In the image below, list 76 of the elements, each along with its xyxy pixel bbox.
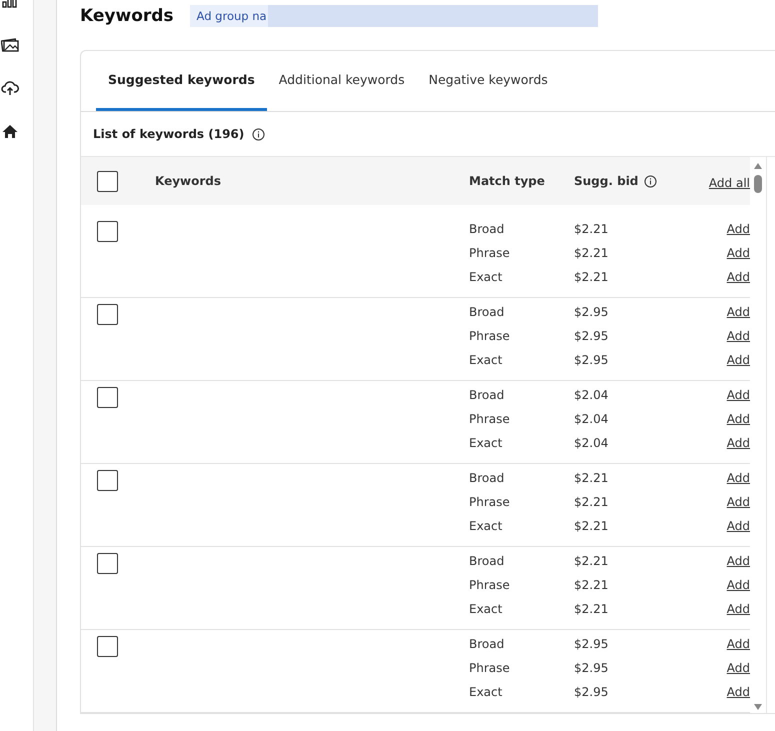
match-type-cell-text: Phrase (469, 494, 511, 511)
bid-cell-text: $2.21 (574, 518, 608, 535)
bid-cell-text: $2.95 (574, 352, 608, 369)
add-link[interactable]: Add (726, 222, 750, 236)
bid-cell-text: $2.04 (574, 435, 608, 452)
bid-cell-text: $2.21 (574, 245, 608, 262)
match-type-cell-text: Broad (469, 470, 506, 487)
checkbox[interactable] (97, 470, 118, 491)
add-link[interactable]: Add (726, 329, 750, 343)
add-link[interactable]: Add (726, 685, 750, 699)
home-icon[interactable] (2, 124, 18, 139)
bid-cell-text: $2.95 (574, 328, 608, 345)
column-header: Keywords (155, 174, 222, 188)
tab[interactable]: Additional keywords (266, 51, 417, 111)
photos-icon[interactable] (0, 36, 18, 52)
tab[interactable]: Suggested keywords (96, 51, 267, 111)
checkbox[interactable] (97, 387, 118, 408)
add-link[interactable]: Add (726, 554, 750, 568)
add-link[interactable]: Add (726, 270, 750, 284)
bid-cell-text: $2.04 (574, 387, 608, 404)
add-link[interactable]: Add (726, 305, 750, 319)
add-link[interactable]: Add (726, 412, 750, 426)
bid-cell-text: $2.21 (574, 553, 608, 570)
info-icon[interactable] (252, 128, 266, 140)
match-type-cell-text: Phrase (469, 411, 511, 428)
page-title: Keywords (80, 6, 174, 26)
add-link[interactable]: Add (726, 602, 750, 616)
list-title: List of keywords (196) (93, 127, 244, 141)
column-header: Sugg. bid (574, 174, 638, 188)
match-type-cell-text: Phrase (469, 245, 511, 262)
checkbox[interactable] (97, 553, 118, 574)
match-type-cell-text: Phrase (469, 328, 511, 345)
checkbox[interactable] (97, 170, 118, 192)
add-link[interactable]: Add (726, 578, 750, 592)
add-link[interactable]: Add (726, 436, 750, 450)
add-all-link[interactable]: Add all (708, 176, 750, 190)
checkbox[interactable] (97, 221, 118, 242)
match-type-cell-text: Phrase (469, 577, 511, 594)
match-type-cell-text: Broad (469, 387, 506, 404)
match-type-cell-text: Exact (469, 684, 504, 701)
bid-cell-text: $2.95 (574, 684, 608, 701)
match-type-cell-text: Phrase (469, 660, 511, 677)
bid-cell-text: $2.95 (574, 304, 608, 321)
bid-cell-text: $2.21 (574, 470, 608, 487)
match-type-cell-text: Exact (469, 269, 504, 286)
add-link[interactable]: Add (726, 388, 750, 402)
bid-cell-text: $2.21 (574, 221, 608, 238)
match-type-cell-text: Exact (469, 352, 504, 369)
add-link[interactable]: Add (726, 519, 750, 533)
bid-cell-text: $2.21 (574, 494, 608, 511)
bid-cell-text: $2.95 (574, 660, 608, 677)
ad-group-name-field[interactable]: Ad group na (190, 5, 598, 27)
cloud-upload-icon[interactable] (0, 80, 18, 96)
checkbox[interactable] (97, 636, 118, 657)
bid-cell-text: $2.95 (574, 636, 608, 653)
match-type-cell-text: Exact (469, 435, 504, 452)
match-type-cell-text: Broad (469, 553, 506, 570)
match-type-cell-text: Broad (469, 221, 506, 238)
add-link[interactable]: Add (726, 471, 750, 485)
match-type-cell-text: Exact (469, 601, 504, 618)
match-type-cell-text: Exact (469, 518, 504, 535)
add-link[interactable]: Add (726, 637, 750, 651)
checkbox[interactable] (97, 304, 118, 325)
tab[interactable]: Negative keywords (416, 51, 560, 111)
add-link[interactable]: Add (726, 353, 750, 367)
add-link[interactable]: Add (726, 661, 750, 675)
bid-cell-text: $2.04 (574, 411, 608, 428)
bid-cell-text: $2.21 (574, 577, 608, 594)
match-type-cell-text: Broad (469, 304, 506, 321)
column-header: Match type (469, 174, 546, 188)
bid-cell-text: $2.21 (574, 601, 608, 618)
info-icon[interactable] (644, 174, 658, 188)
add-link[interactable]: Add (726, 495, 750, 509)
bid-cell-text: $2.21 (574, 269, 608, 286)
add-link[interactable]: Add (726, 246, 750, 260)
match-type-cell-text: Broad (469, 636, 506, 653)
